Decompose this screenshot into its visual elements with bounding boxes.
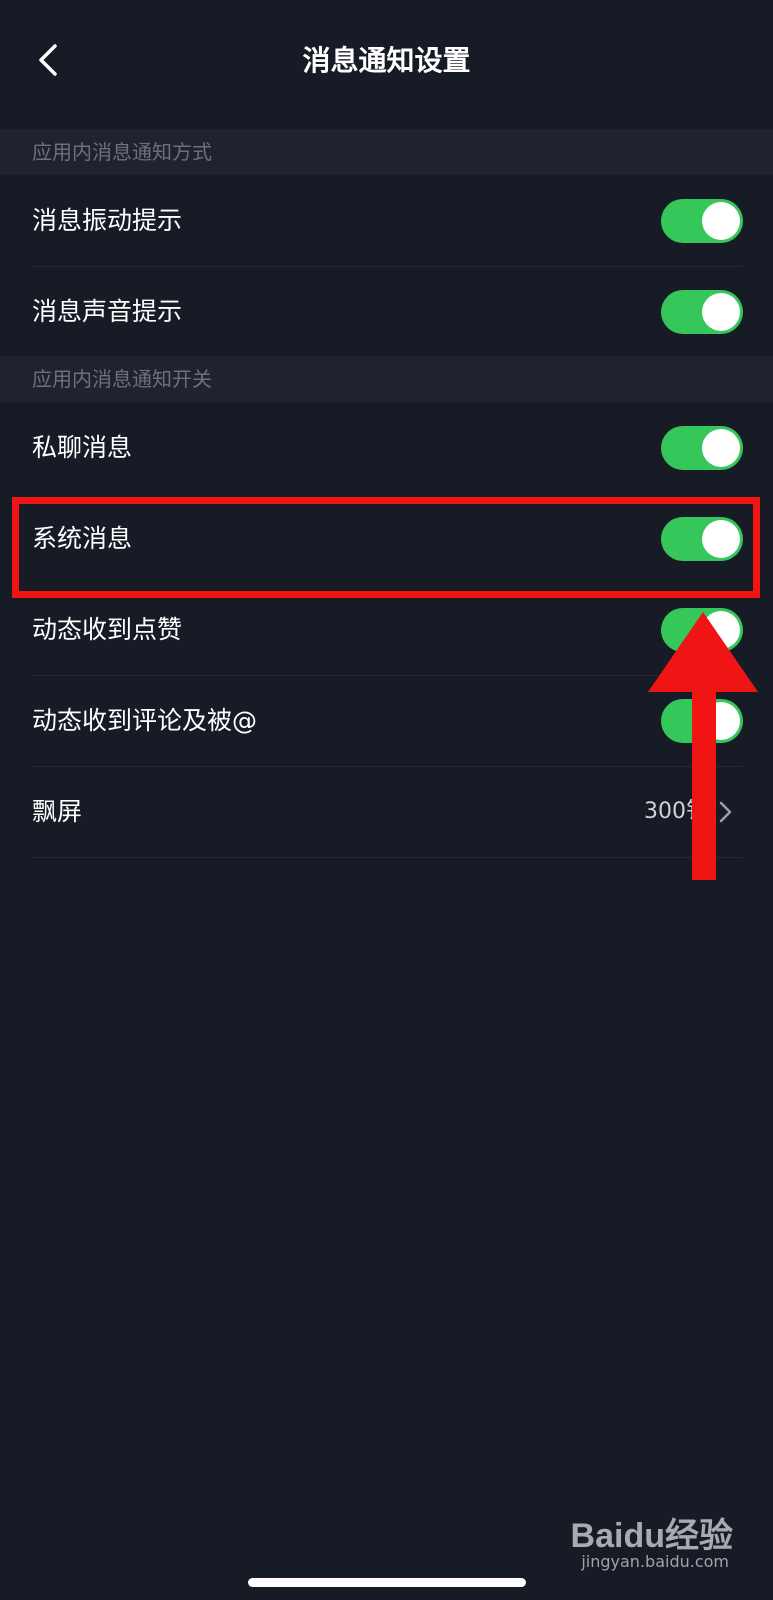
home-indicator[interactable] xyxy=(248,1578,526,1587)
setting-label: 系统消息 xyxy=(32,524,133,553)
setting-label: 私聊消息 xyxy=(32,433,133,462)
setting-label: 动态收到点赞 xyxy=(32,615,183,644)
setting-label: 消息声音提示 xyxy=(32,297,183,326)
setting-label: 动态收到评论及被@ xyxy=(32,706,258,735)
private-message-toggle[interactable] xyxy=(661,426,743,470)
setting-row-float-screen[interactable]: 飘屏 300钅 xyxy=(32,766,742,858)
toggle-knob xyxy=(702,520,740,558)
top-bar: 消息通知设置 xyxy=(0,0,773,130)
section-header-notification-switch: 应用内消息通知开关 xyxy=(0,356,773,402)
system-message-toggle[interactable] xyxy=(661,517,743,561)
setting-label: 消息振动提示 xyxy=(32,206,183,235)
section-header-notification-method: 应用内消息通知方式 xyxy=(0,129,773,175)
setting-label: 飘屏 xyxy=(32,797,83,826)
likes-toggle[interactable] xyxy=(661,608,743,652)
watermark: Baidu经验 jingyan.baidu.com xyxy=(553,1508,733,1580)
comments-toggle[interactable] xyxy=(661,699,743,743)
toggle-knob xyxy=(702,202,740,240)
setting-row-sound: 消息声音提示 xyxy=(32,266,743,358)
setting-row-comments: 动态收到评论及被@ xyxy=(32,675,743,767)
setting-row-system-message: 系统消息 xyxy=(32,493,743,585)
watermark-brand: Baidu经验 xyxy=(570,1517,733,1555)
toggle-knob xyxy=(702,611,740,649)
float-screen-value: 300钅 xyxy=(644,799,708,824)
setting-row-private-message: 私聊消息 xyxy=(32,402,743,494)
page-title: 消息通知设置 xyxy=(302,44,471,77)
vibration-toggle[interactable] xyxy=(661,199,743,243)
watermark-url: jingyan.baidu.com xyxy=(581,1552,729,1571)
chevron-right-icon xyxy=(719,801,732,823)
divider xyxy=(32,857,742,858)
toggle-knob xyxy=(702,702,740,740)
setting-row-vibration: 消息振动提示 xyxy=(32,175,743,267)
toggle-knob xyxy=(702,293,740,331)
setting-row-likes: 动态收到点赞 xyxy=(32,584,743,676)
sound-toggle[interactable] xyxy=(661,290,743,334)
toggle-knob xyxy=(702,429,740,467)
